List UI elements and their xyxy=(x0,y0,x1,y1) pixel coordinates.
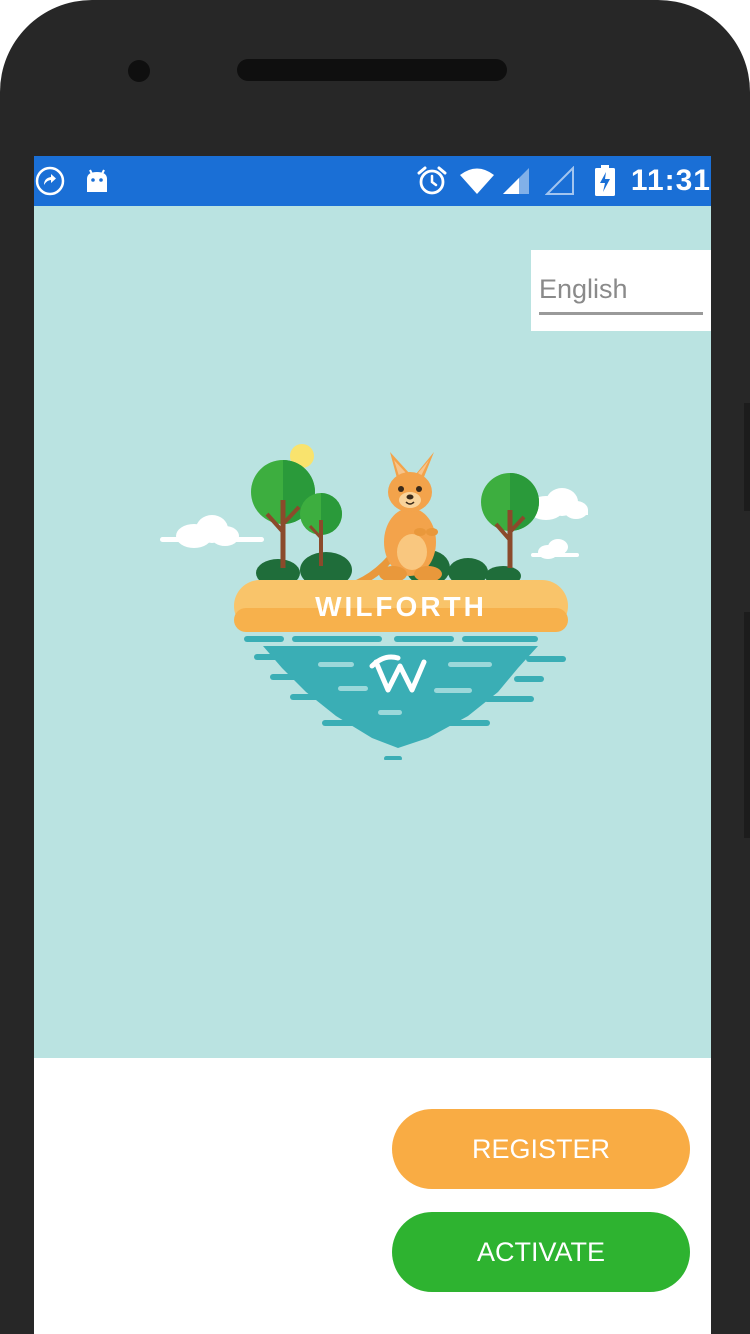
signal-empty-icon xyxy=(544,156,576,206)
front-camera xyxy=(128,60,150,82)
signal-icon xyxy=(500,156,532,206)
water-reflection xyxy=(244,636,566,760)
earpiece-speaker xyxy=(237,59,507,81)
battery-charging-icon xyxy=(592,156,618,206)
language-dropdown[interactable]: English xyxy=(531,250,711,331)
logo-wordmark: WILFORTH xyxy=(315,591,487,622)
power-button xyxy=(744,403,750,511)
volume-button xyxy=(744,612,750,838)
language-underline xyxy=(539,312,703,315)
alarm-icon xyxy=(414,156,450,206)
call-forward-icon xyxy=(34,156,66,206)
status-bar: 11:31 xyxy=(34,156,711,206)
hero-banner: English WILFORTH xyxy=(34,206,711,1058)
wilforth-logo: WILFORTH xyxy=(160,444,588,760)
tree-right xyxy=(481,473,539,568)
activate-button[interactable]: ACTIVATE xyxy=(392,1212,690,1292)
wifi-icon xyxy=(459,156,495,206)
status-clock: 11:31 xyxy=(630,164,711,197)
register-button[interactable]: REGISTER xyxy=(392,1109,690,1189)
kangaroo-mascot xyxy=(356,452,442,584)
android-icon xyxy=(82,156,112,206)
phone-frame: 11:31 English WILFORTH REGISTER ACTIVATE xyxy=(0,0,750,1334)
cloud-left xyxy=(160,515,264,548)
cloud-right-bottom xyxy=(531,539,579,559)
language-value: English xyxy=(539,274,628,304)
app-screen: 11:31 English WILFORTH REGISTER ACTIVATE xyxy=(34,156,711,1334)
